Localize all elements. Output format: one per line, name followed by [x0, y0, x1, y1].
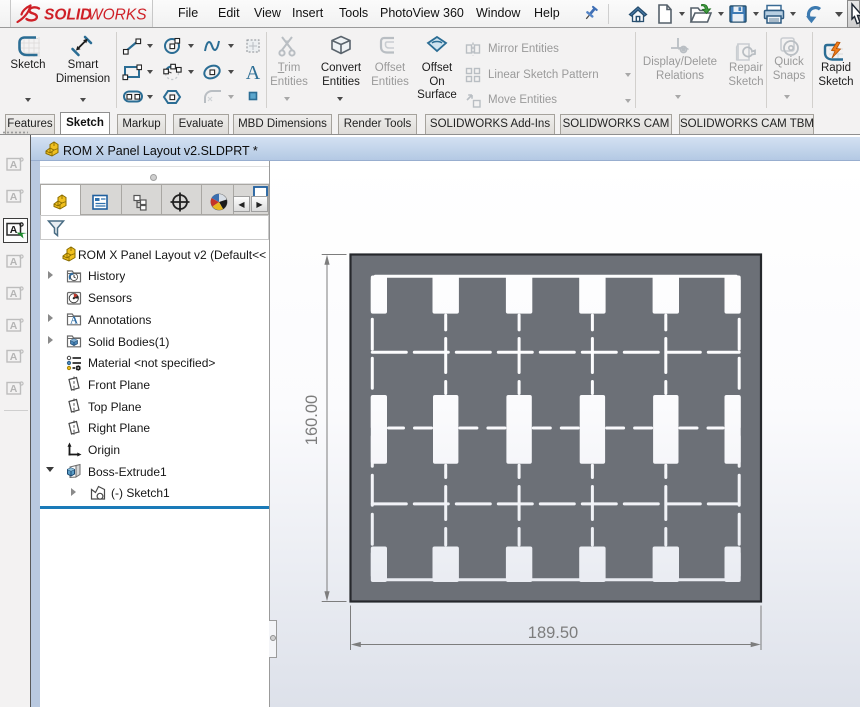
svg-text:A: A: [10, 288, 18, 300]
svg-text:A: A: [10, 224, 18, 236]
svg-text:A: A: [10, 191, 18, 203]
svg-text:SOLID: SOLID: [44, 7, 91, 24]
svg-text:160.00: 160.00: [303, 395, 321, 445]
svg-text:A: A: [246, 62, 261, 82]
svg-text:189.50: 189.50: [528, 624, 578, 642]
svg-text:A: A: [70, 316, 78, 327]
svg-text:A: A: [10, 351, 18, 363]
svg-text:A: A: [10, 256, 18, 268]
svg-text:A: A: [10, 320, 18, 332]
svg-text:WORKS: WORKS: [88, 7, 147, 24]
svg-text:A: A: [10, 383, 18, 395]
svg-text:A: A: [10, 159, 18, 171]
